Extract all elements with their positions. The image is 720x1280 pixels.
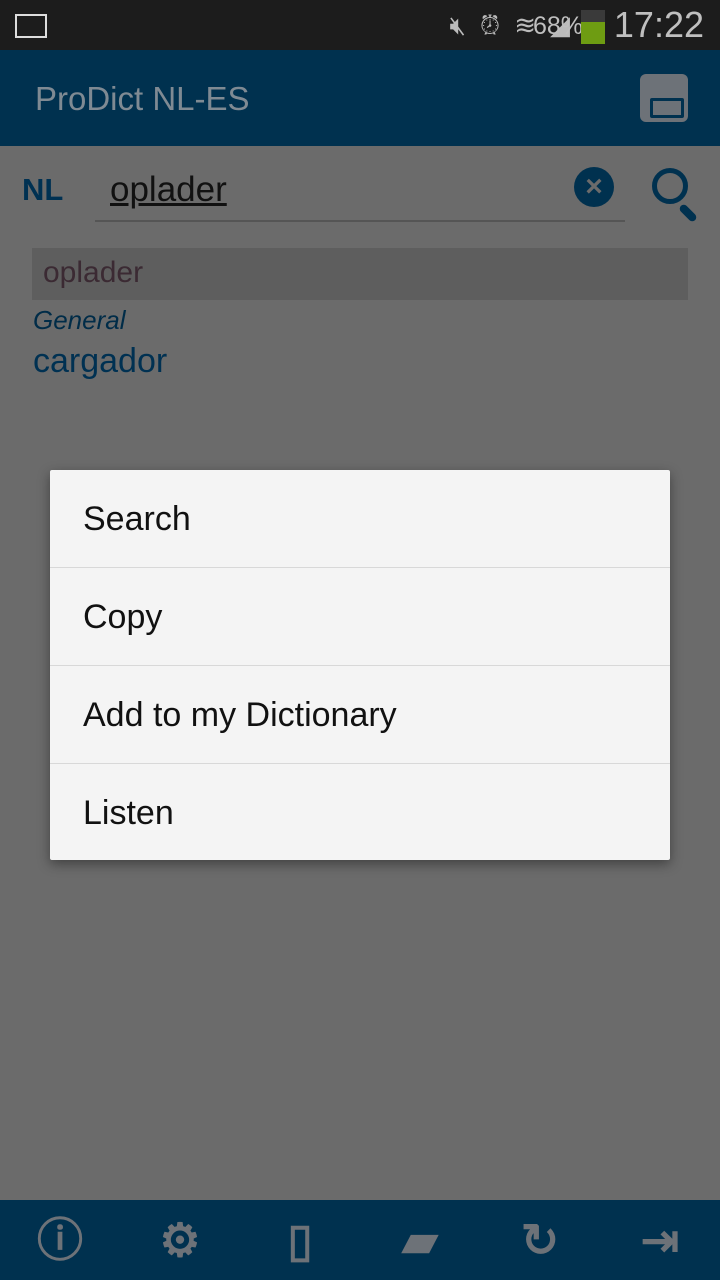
translation[interactable]: cargador — [33, 342, 167, 381]
clear-icon[interactable]: × — [574, 167, 614, 207]
alarm-icon: ⏰︎ — [479, 10, 501, 40]
exit-icon[interactable]: ⇥ — [633, 1214, 687, 1266]
battery-percent: 68% — [533, 12, 584, 40]
menu-item-search[interactable]: Search — [50, 470, 670, 568]
search-icon[interactable] — [652, 168, 688, 204]
app-title: ProDict NL-ES — [35, 80, 250, 117]
context-menu: Search Copy Add to my Dictionary Listen — [50, 470, 670, 860]
settings-icon[interactable]: ⚙ — [153, 1214, 207, 1266]
bookmark-book-icon[interactable]: ▯ — [273, 1214, 327, 1266]
chat-icon[interactable]: ▰ — [393, 1214, 447, 1266]
language-selector[interactable]: NL — [22, 172, 63, 208]
clock: 17:22 — [613, 4, 704, 45]
menu-item-copy[interactable]: Copy — [50, 568, 670, 666]
battery-icon — [581, 10, 605, 44]
info-icon[interactable]: ⓘ — [33, 1214, 87, 1266]
history-icon[interactable]: ↻ — [513, 1214, 567, 1266]
app-bar: ProDict NL-ES — [0, 50, 720, 146]
search-input[interactable]: oplader — [95, 168, 625, 222]
gallery-notification-icon — [15, 14, 47, 38]
save-icon[interactable] — [640, 74, 688, 122]
category-label: General — [33, 305, 126, 335]
status-bar: 🔇︎ ⏰︎ ≋ ◢ 68% 17:22 — [0, 0, 720, 50]
headword-row[interactable]: oplader — [32, 248, 688, 300]
search-input-value: oplader — [110, 170, 227, 209]
menu-item-listen[interactable]: Listen — [50, 764, 670, 862]
bottom-toolbar: ⓘ ⚙ ▯ ▰ ↻ ⇥ — [0, 1200, 720, 1280]
mute-icon: 🔇︎ — [449, 10, 466, 40]
headword: oplader — [43, 256, 144, 289]
menu-item-add-to-dictionary[interactable]: Add to my Dictionary — [50, 666, 670, 764]
